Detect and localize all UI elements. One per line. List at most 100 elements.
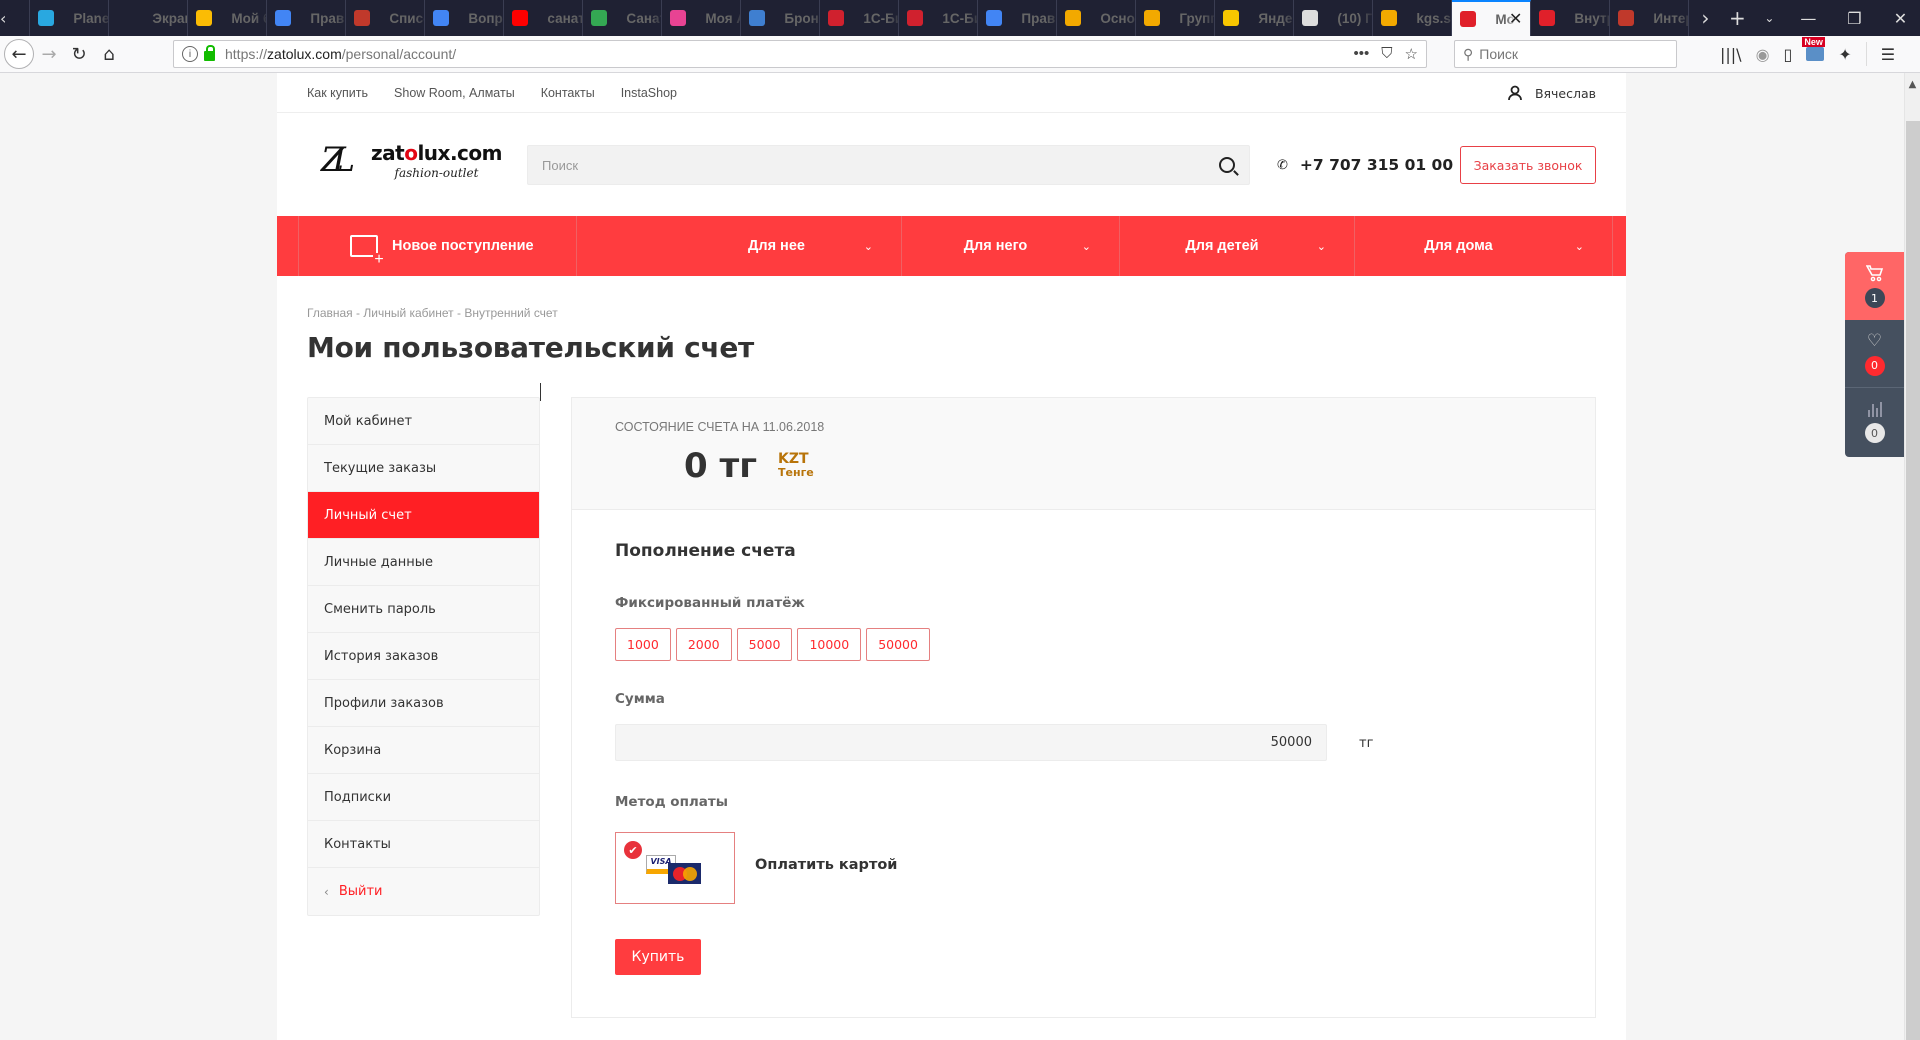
tab[interactable]: Яндек: [1215, 0, 1295, 36]
nav-for-him[interactable]: Для него ⌄: [901, 216, 1119, 276]
tab[interactable]: санато: [504, 0, 584, 36]
sidebar-item-change-password[interactable]: Сменить пароль: [308, 586, 539, 633]
payment-method-card-option[interactable]: ✔ VISA: [615, 832, 735, 904]
bookmark-star-icon[interactable]: ☆: [1405, 45, 1418, 63]
tab[interactable]: Основ: [1057, 0, 1137, 36]
tab[interactable]: Правк: [267, 0, 347, 36]
tab-scroll-right-button[interactable]: ›: [1689, 6, 1721, 30]
tab[interactable]: Интер: [1610, 0, 1690, 36]
nav-for-home[interactable]: Для дома ⌄: [1354, 216, 1612, 276]
user-menu[interactable]: Вячеслав: [1507, 73, 1596, 113]
browser-search-input[interactable]: ⚲ Поиск: [1454, 40, 1677, 68]
widget-cart[interactable]: 1: [1845, 252, 1904, 320]
widget-compare[interactable]: 0: [1845, 388, 1904, 456]
reload-button[interactable]: ↻: [64, 39, 94, 69]
phone-dropdown[interactable]: ✆ +7 707 315 01 00 ▼: [1277, 145, 1472, 185]
main-nav: Новое поступление Для нее ⌄ Для него ⌄ Д…: [277, 216, 1626, 276]
back-button[interactable]: ←: [4, 39, 34, 69]
tab[interactable]: Экран рег: [109, 0, 189, 36]
buy-button[interactable]: Купить: [615, 939, 701, 975]
sidebar-item-cart[interactable]: Корзина: [308, 727, 539, 774]
sidebar-item-personal-account[interactable]: Личный счет: [308, 492, 539, 539]
breadcrumb-home[interactable]: Главная: [307, 306, 353, 320]
opera-icon: [1460, 11, 1477, 27]
tab[interactable]: 1С-Би: [820, 0, 900, 36]
tab[interactable]: kgs.sd: [1373, 0, 1453, 36]
extension-ring-icon[interactable]: ◉: [1756, 45, 1770, 64]
home-button[interactable]: ⌂: [94, 39, 124, 69]
tab-label: Правк: [1021, 10, 1056, 26]
fixed-amount-button[interactable]: 1000: [615, 628, 671, 661]
google-docs-icon: [433, 10, 450, 26]
tab[interactable]: Групп: [1136, 0, 1216, 36]
scroll-up-arrow-icon[interactable]: ▲: [1905, 73, 1920, 118]
nav-for-kids[interactable]: Для детей ⌄: [1119, 216, 1354, 276]
pocket-icon[interactable]: ⛉: [1381, 45, 1392, 63]
nav-label: Для нее: [748, 238, 805, 254]
fixed-amount-button[interactable]: 5000: [736, 628, 793, 661]
tab[interactable]: Списо: [346, 0, 426, 36]
widget-favorites[interactable]: ♡ 0: [1845, 320, 1904, 388]
scrollbar-thumb[interactable]: [1906, 121, 1920, 1040]
fixed-amount-button[interactable]: 10000: [797, 628, 862, 661]
sidebar-item-personal-data[interactable]: Личные данные: [308, 539, 539, 586]
callback-button[interactable]: Заказать звонок: [1460, 146, 1596, 184]
minimize-button[interactable]: —: [1785, 9, 1831, 28]
tab[interactable]: Санат: [583, 0, 663, 36]
tab[interactable]: Вопро: [425, 0, 505, 36]
tab[interactable]: Мой б: [188, 0, 268, 36]
site-info-icon[interactable]: i: [182, 46, 198, 62]
nav-for-her[interactable]: Для нее ⌄: [576, 216, 901, 276]
tab-active[interactable]: Мо ✕: [1452, 0, 1532, 36]
tab[interactable]: Моя А: [662, 0, 742, 36]
logo[interactable]: ZL zatolux.com fashion-outlet: [307, 134, 503, 186]
close-tab-icon[interactable]: ✕: [1509, 9, 1522, 29]
toplink-how-to-buy[interactable]: Как купить: [307, 86, 368, 100]
breadcrumb-personal[interactable]: Личный кабинет: [363, 306, 453, 320]
extension-star-icon[interactable]: ✦: [1838, 45, 1851, 64]
page-actions-icon[interactable]: •••: [1354, 45, 1370, 63]
nav-new-arrivals[interactable]: Новое поступление: [298, 216, 576, 276]
sidebar-item-order-profiles[interactable]: Профили заказов: [308, 680, 539, 727]
tab[interactable]: Внутр: [1531, 0, 1611, 36]
toplink-contacts[interactable]: Контакты: [541, 86, 595, 100]
restore-button[interactable]: ❐: [1831, 9, 1877, 28]
google-docs-icon: [275, 10, 292, 26]
tab-label: 1С-Би: [863, 10, 900, 26]
tab[interactable]: Planet: [30, 0, 110, 36]
tab[interactable]: (10) П: [1294, 0, 1374, 36]
tab-list-dropdown-icon[interactable]: ⌄: [1753, 11, 1785, 25]
sidebar-item-current-orders[interactable]: Текущие заказы: [308, 445, 539, 492]
sidebar-item-my-cabinet[interactable]: Мой кабинет: [308, 398, 539, 445]
tab-label: Мой б: [231, 10, 268, 26]
close-window-button[interactable]: ✕: [1877, 9, 1920, 28]
fixed-amount-button[interactable]: 50000: [866, 628, 930, 661]
forward-button[interactable]: →: [34, 39, 64, 69]
tab[interactable]: 1С-Би: [899, 0, 979, 36]
sidebar-item-contacts[interactable]: Контакты: [308, 821, 539, 868]
sidebar-item-order-history[interactable]: История заказов: [308, 633, 539, 680]
address-bar[interactable]: i https://zatolux.com/personal/account/ …: [173, 40, 1427, 68]
toplink-showroom[interactable]: Show Room, Алматы: [394, 86, 515, 100]
site-search-input[interactable]: Поиск: [527, 145, 1250, 185]
kgs-icon: [1065, 10, 1082, 26]
sidebar-item-logout[interactable]: ‹ Выйти: [308, 868, 539, 915]
nav-label: Для него: [963, 238, 1028, 254]
tab[interactable]: Брони: [741, 0, 821, 36]
sum-input[interactable]: 50000: [615, 724, 1327, 761]
page-scrollbar[interactable]: ▲: [1904, 73, 1920, 1040]
new-extension-icon[interactable]: [1802, 37, 1825, 61]
fixed-amount-button[interactable]: 2000: [675, 628, 732, 661]
library-icon[interactable]: |||\: [1720, 45, 1742, 64]
arrow-circle-icon: [1302, 10, 1319, 26]
tab[interactable]: Зад: [6, 0, 31, 36]
sidebar-item-subscriptions[interactable]: Подписки: [308, 774, 539, 821]
new-tab-button[interactable]: +: [1721, 6, 1753, 30]
tab[interactable]: Правк: [978, 0, 1058, 36]
user-icon: [1508, 85, 1522, 101]
sidebar-icon[interactable]: ▯: [1784, 45, 1793, 64]
toplink-instashop[interactable]: InstaShop: [621, 86, 677, 100]
hamburger-menu-icon[interactable]: ☰: [1881, 45, 1895, 64]
search-icon[interactable]: [1219, 157, 1235, 173]
balance-panel: Состояние счета на 11.06.2018 0 тг KZT Т…: [572, 398, 1595, 510]
